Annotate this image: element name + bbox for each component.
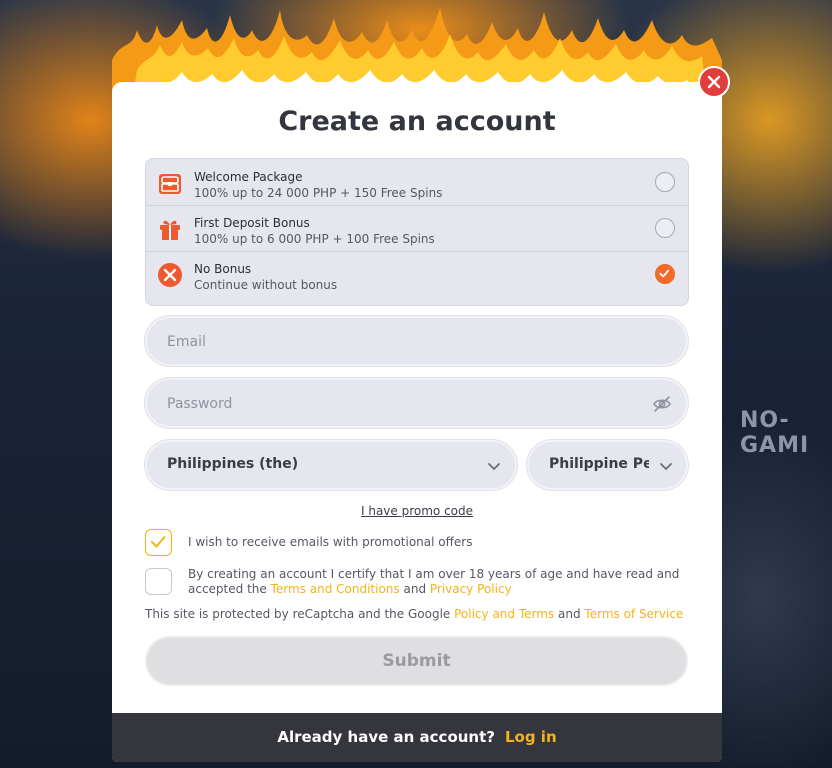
currency-select[interactable]: Philippine Peso (527, 440, 688, 490)
check-icon (659, 269, 670, 278)
country-select[interactable]: Philippines (the) (145, 440, 517, 490)
bonus-radio[interactable] (655, 218, 675, 238)
bonus-radio-selected[interactable] (655, 264, 675, 284)
bonus-subtitle: 100% up to 6 000 PHP + 100 Free Spins (194, 232, 435, 246)
bonus-title: First Deposit Bonus (194, 216, 310, 230)
submit-button[interactable]: Submit (145, 636, 688, 686)
treasure-chest-icon (159, 174, 181, 194)
terms-of-service-link[interactable]: Terms of Service (584, 607, 683, 621)
bonus-selector: Welcome Package 100% up to 24 000 PHP + … (145, 158, 689, 306)
bonus-radio[interactable] (655, 172, 675, 192)
close-button[interactable] (698, 66, 730, 98)
check-icon (151, 536, 166, 548)
email-input[interactable] (165, 318, 639, 366)
signup-modal: Create an account Welcome Package 100% u… (112, 82, 722, 762)
login-link[interactable]: Log in (505, 728, 557, 746)
eye-slash-icon[interactable] (652, 394, 672, 414)
recaptcha-and-text: and (558, 607, 581, 621)
no-bonus-x-icon (158, 263, 182, 287)
terms-and-conditions-link[interactable]: Terms and Conditions (271, 582, 400, 596)
recaptcha-notice: This site is protected by reCaptcha and … (145, 607, 683, 622)
privacy-policy-link[interactable]: Privacy Policy (430, 582, 512, 596)
promo-emails-label: I wish to receive emails with promotiona… (188, 535, 473, 549)
close-icon (707, 75, 721, 89)
recaptcha-policy-link[interactable]: Policy and Terms (454, 607, 554, 621)
bonus-option-no-bonus[interactable]: No Bonus Continue without bonus (146, 251, 688, 297)
bonus-title: Welcome Package (194, 170, 303, 184)
promo-code-link[interactable]: I have promo code (112, 504, 722, 518)
promo-emails-checkbox[interactable] (145, 529, 172, 556)
country-value: Philippines (the) (167, 456, 299, 472)
login-footer: Already have an account? Log in (112, 713, 722, 762)
currency-value: Philippine Peso (549, 456, 649, 472)
gift-icon (160, 220, 180, 240)
modal-title: Create an account (278, 106, 556, 137)
background-watermark-text: NO-GAMI (740, 408, 810, 458)
login-prompt: Already have an account? (277, 728, 495, 746)
bonus-subtitle: 100% up to 24 000 PHP + 150 Free Spins (194, 186, 443, 200)
email-field[interactable] (145, 316, 688, 366)
terms-checkbox[interactable] (145, 568, 172, 595)
password-field[interactable] (145, 378, 688, 428)
bonus-option-first-deposit[interactable]: First Deposit Bonus 100% up to 6 000 PHP… (146, 205, 688, 252)
chevron-down-icon (488, 463, 500, 470)
bonus-title: No Bonus (194, 262, 252, 276)
terms-label: By creating an account I certify that I … (188, 567, 698, 597)
recaptcha-text: This site is protected by reCaptcha and … (145, 607, 451, 621)
bonus-subtitle: Continue without bonus (194, 278, 338, 292)
bonus-option-welcome-package[interactable]: Welcome Package 100% up to 24 000 PHP + … (146, 159, 688, 206)
password-input[interactable] (165, 380, 639, 428)
chevron-down-icon (660, 463, 672, 470)
terms-and-text: and (403, 582, 427, 596)
